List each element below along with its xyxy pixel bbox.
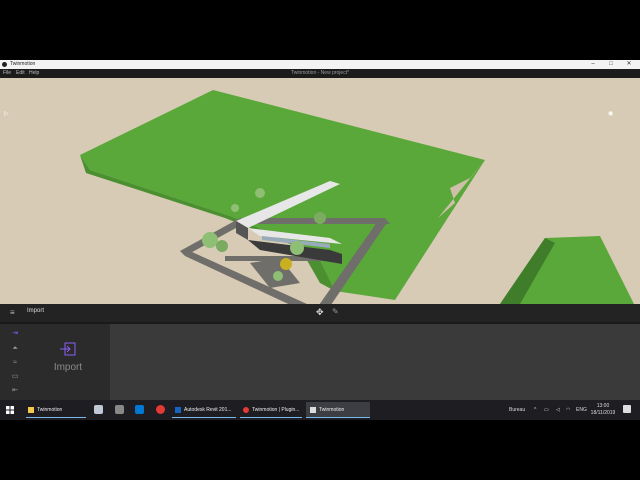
chrome-icon[interactable]	[156, 405, 165, 414]
tray-chevron-icon[interactable]: ^	[534, 400, 536, 420]
taskbar-app-label: Twinmotion	[319, 407, 345, 413]
taskbar-app-revit[interactable]: Autodesk Revit 201...	[172, 402, 236, 418]
import-label: Import	[53, 362, 83, 373]
panel-title: Import	[27, 308, 45, 314]
tray-label[interactable]: Bureau	[509, 400, 525, 420]
clock[interactable]: 13:00 18/11/2019	[585, 403, 621, 417]
terrain-tool-icon[interactable]: ⏶	[9, 345, 21, 353]
hamburger-menu-icon[interactable]: ≡	[10, 308, 15, 317]
menu-edit[interactable]: Edit	[16, 69, 25, 78]
scene-render	[80, 90, 634, 304]
calculator-icon[interactable]	[115, 405, 124, 414]
screen: Twinmotion – □ ✕ Twinmotion - New projec…	[0, 60, 640, 420]
taskbar-app-label: Autodesk Revit 201...	[184, 407, 232, 413]
menu-file[interactable]: File	[3, 69, 11, 78]
windows-start-icon[interactable]	[6, 406, 14, 414]
network-icon[interactable]: ▭	[544, 400, 549, 420]
move-icon[interactable]: ✥	[316, 307, 324, 318]
taskbar: Twinmotion Autodesk Revit 201... Twinmot…	[0, 400, 640, 420]
chrome-icon	[243, 406, 249, 413]
taskbar-app-label: Twinmotion | Plugin...	[252, 407, 300, 413]
taskbar-app-twinmotion[interactable]: Twinmotion	[306, 402, 370, 418]
clock-date: 18/11/2019	[590, 410, 616, 416]
taskbar-app-label: Twinmotion	[37, 407, 63, 413]
tree	[216, 240, 228, 252]
title-bar: Twinmotion – □ ✕	[0, 60, 640, 69]
notifications-icon[interactable]	[623, 405, 631, 413]
menu-help[interactable]: Help	[29, 69, 39, 78]
tree	[255, 188, 265, 198]
tree	[314, 212, 326, 224]
taskbar-app-explorer[interactable]: Twinmotion	[26, 402, 86, 418]
tree	[290, 241, 304, 255]
revit-icon	[175, 406, 181, 413]
import-button[interactable]: Import	[48, 342, 88, 382]
minimize-button[interactable]: –	[584, 60, 602, 69]
twinmotion-icon	[310, 406, 316, 413]
import-icon	[60, 342, 76, 356]
app-logo-icon	[2, 62, 7, 67]
taskbar-app-chrome[interactable]: Twinmotion | Plugin...	[240, 402, 302, 418]
volume-icon[interactable]: ◁	[556, 400, 560, 420]
tree	[202, 232, 218, 248]
snipping-tool-icon[interactable]	[94, 405, 103, 414]
maximize-button[interactable]: □	[602, 60, 620, 69]
panel-header: ≡ Import ✥ ✎	[0, 304, 640, 322]
3d-viewport[interactable]: ▷ ◉	[0, 78, 640, 304]
viewport-menu-icon[interactable]: ▷	[4, 110, 9, 117]
folder-icon	[28, 406, 34, 413]
landscape-tool-icon[interactable]: ≈	[9, 359, 21, 367]
media-tool-icon[interactable]: ▭	[9, 373, 21, 381]
tree	[231, 204, 239, 212]
tree	[280, 258, 292, 270]
import-tool-icon[interactable]: ⇥	[9, 330, 21, 338]
camera-icon[interactable]: ◉	[608, 110, 613, 117]
export-tool-icon[interactable]: ⇤	[9, 387, 21, 395]
outlook-icon[interactable]	[135, 405, 144, 414]
wifi-icon[interactable]: ◠	[566, 400, 570, 420]
pencil-icon[interactable]: ✎	[332, 307, 339, 316]
library-content-pane	[110, 324, 640, 400]
tool-sidebar: ⇥ ⏶ ≈ ▭ ⇤	[0, 324, 30, 404]
close-button[interactable]: ✕	[620, 60, 638, 69]
menu-bar: Twinmotion - New project* File Edit Help	[0, 69, 640, 78]
project-title: Twinmotion - New project*	[290, 70, 350, 76]
clock-time: 13:00	[596, 403, 610, 409]
window-title: Twinmotion	[10, 61, 36, 67]
tree	[273, 271, 283, 281]
